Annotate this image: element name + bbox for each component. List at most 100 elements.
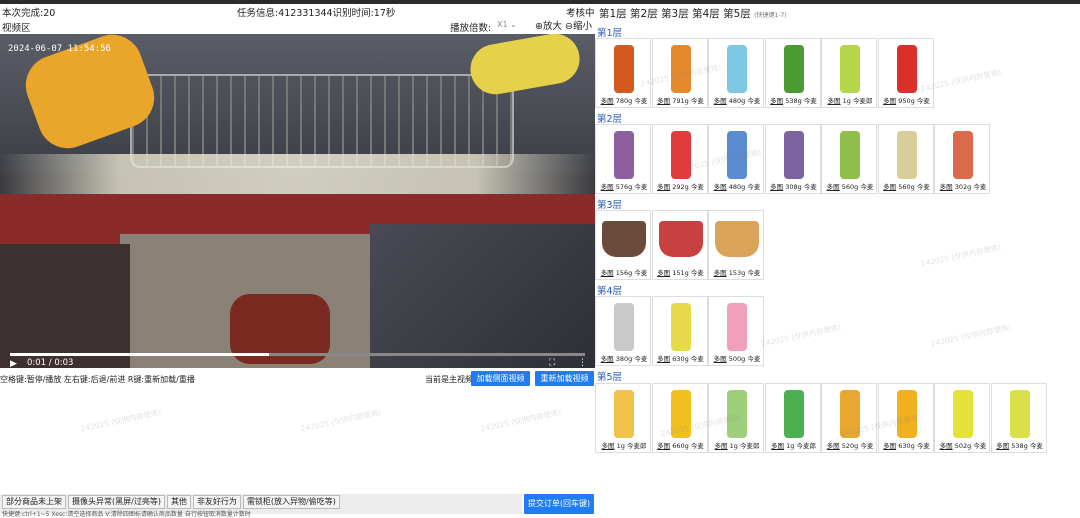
product-image	[783, 45, 804, 93]
light-strip	[0, 154, 595, 194]
watermark: 242025 (仅供内部使用)	[299, 407, 382, 434]
multi-image-link[interactable]: 多图	[657, 183, 670, 191]
tab-layer-5[interactable]: 第5层	[723, 8, 751, 20]
multi-image-link[interactable]: 多图	[771, 442, 784, 450]
multi-image-link[interactable]: 多图	[602, 442, 615, 450]
speed-label: 播放倍数:	[450, 23, 492, 34]
product-label: 多图 520g 今麦	[822, 440, 878, 450]
product-weight: 780g 今麦	[615, 97, 648, 105]
zoom-in-icon: ⊕	[535, 21, 543, 32]
status-badge: 考核中	[566, 8, 595, 19]
product-card[interactable]: 多图 380g 今麦	[595, 296, 651, 366]
fullscreen-icon[interactable]: ⛶	[549, 358, 555, 368]
product-weight: 1g 今麦郎	[786, 442, 816, 450]
product-label: 多图 500g 今麦	[709, 353, 765, 363]
product-image	[840, 131, 860, 179]
product-label: 多图 780g 今麦	[596, 95, 652, 105]
product-card[interactable]: 多图 576g 今麦	[595, 124, 651, 194]
product-card[interactable]: 多图 538g 今麦	[990, 383, 1047, 453]
multi-image-link[interactable]: 多图	[657, 269, 670, 277]
product-card[interactable]: 多图 1g 今麦郎	[764, 383, 821, 453]
product-card[interactable]: 多图 1g 今麦郎	[821, 38, 877, 108]
product-label: 多图 560g 今麦	[822, 181, 878, 191]
multi-image-link[interactable]: 多图	[601, 355, 614, 363]
multi-image-link[interactable]: 多图	[883, 97, 896, 105]
zoom-in-button[interactable]: ⊕放大	[535, 18, 562, 32]
multi-image-link[interactable]: 多图	[657, 442, 670, 450]
exception-unfriendly[interactable]: 非友好行为	[192, 495, 241, 509]
product-weight: 538g 今麦	[785, 97, 817, 105]
multi-image-link[interactable]: 多图	[714, 97, 727, 105]
video-area-title: 视频区	[2, 23, 31, 34]
multi-image-link[interactable]: 多图	[601, 97, 614, 105]
product-card[interactable]: 多图 302g 今麦	[934, 124, 990, 194]
exception-lock-cabinet[interactable]: 需锁柜(放入异物/偷吃等)	[242, 495, 340, 509]
product-card[interactable]: 多图 153g 今麦	[708, 210, 764, 280]
product-label: 多图 630g 今麦	[879, 440, 935, 450]
multi-image-link[interactable]: 多图	[714, 183, 727, 191]
product-card[interactable]: 多图 950g 今麦	[877, 38, 934, 108]
multi-image-link[interactable]: 多图	[827, 183, 840, 191]
multi-image-link[interactable]: 多图	[714, 355, 727, 363]
multi-image-link[interactable]: 多图	[770, 97, 783, 105]
zoom-out-button[interactable]: ⊖缩小	[565, 18, 592, 32]
exception-other[interactable]: 其他	[166, 495, 191, 509]
multi-image-link[interactable]: 多图	[601, 183, 614, 191]
video-progress-bar[interactable]	[10, 353, 585, 356]
product-weight: 950g 今麦	[898, 97, 930, 105]
product-card[interactable]: 多图 630g 今麦	[651, 296, 708, 366]
multi-image-link[interactable]: 多图	[996, 442, 1009, 450]
product-card[interactable]: 多图 502g 今麦	[934, 383, 990, 453]
product-card[interactable]: 多图 660g 今麦	[651, 383, 708, 453]
multi-image-link[interactable]: 多图	[940, 183, 953, 191]
product-weight: 520g 今麦	[841, 442, 874, 450]
multi-image-link[interactable]: 多图	[828, 97, 841, 105]
product-image	[670, 303, 691, 351]
task-info: 任务信息:412331344识别时间:17秒	[237, 8, 396, 19]
product-label: 多图 576g 今麦	[596, 181, 652, 191]
product-card[interactable]: 多图 500g 今麦	[708, 296, 764, 366]
product-weight: 560g 今麦	[898, 183, 930, 191]
product-card[interactable]: 多图 1g 今麦郎	[595, 383, 651, 453]
load-side-video-button[interactable]: 加载侧面视频	[471, 371, 530, 386]
video-player[interactable]: 2024-06-07 11:54:56 ▶ 0:01 / 0:03 ⛶ ⋮	[0, 34, 595, 368]
tab-layer-4[interactable]: 第4层	[692, 8, 720, 20]
product-card[interactable]: 多图 151g 今麦	[651, 210, 709, 280]
product-card[interactable]: 多图 538g 今麦	[764, 38, 821, 108]
multi-image-link[interactable]: 多图	[883, 183, 896, 191]
multi-image-link[interactable]: 多图	[715, 442, 728, 450]
multi-image-link[interactable]: 多图	[940, 442, 953, 450]
product-card[interactable]: 多图 308g 今麦	[764, 124, 822, 194]
product-label: 多图 1g 今麦郎	[822, 95, 878, 105]
product-image	[953, 131, 973, 179]
multi-image-link[interactable]: 多图	[714, 269, 727, 277]
more-options-icon[interactable]: ⋮	[578, 358, 587, 368]
product-weight: 151g 今麦	[672, 269, 704, 277]
product-weight: 292g 今麦	[672, 183, 704, 191]
tab-layer-3[interactable]: 第3层	[661, 8, 689, 20]
product-card[interactable]: 多图 520g 今麦	[821, 383, 877, 453]
speed-select[interactable]: X1 ⌄	[497, 20, 517, 29]
multi-image-link[interactable]: 多图	[827, 442, 840, 450]
product-label: 多图 308g 今麦	[766, 181, 822, 191]
multi-image-link[interactable]: 多图	[770, 183, 783, 191]
product-card[interactable]: 多图 780g 今麦	[595, 38, 651, 108]
multi-image-link[interactable]: 多图	[657, 355, 670, 363]
exception-camera[interactable]: 摄像头异常(黑屏/过亮等)	[68, 495, 165, 509]
product-label: 多图 151g 今麦	[653, 267, 709, 277]
tab-layer-1[interactable]: 第1层	[599, 8, 627, 20]
product-label: 多图 502g 今麦	[935, 440, 991, 450]
reload-video-button[interactable]: 重新加载视频	[535, 371, 594, 386]
exception-not-shelved[interactable]: 部分商品未上架	[2, 495, 66, 509]
product-label: 多图 292g 今麦	[653, 181, 709, 191]
submit-order-button[interactable]: 提交订单(回车键)	[524, 494, 594, 514]
product-card[interactable]: 多图 560g 今麦	[877, 124, 934, 194]
product-label: 多图 480g 今麦	[709, 181, 765, 191]
product-card[interactable]: 多图 156g 今麦	[595, 210, 651, 280]
product-card[interactable]: 多图 560g 今麦	[821, 124, 877, 194]
multi-image-link[interactable]: 多图	[883, 442, 896, 450]
play-icon[interactable]: ▶	[10, 359, 17, 368]
tab-layer-2[interactable]: 第2层	[630, 8, 658, 20]
multi-image-link[interactable]: 多图	[657, 97, 670, 105]
multi-image-link[interactable]: 多图	[601, 269, 614, 277]
